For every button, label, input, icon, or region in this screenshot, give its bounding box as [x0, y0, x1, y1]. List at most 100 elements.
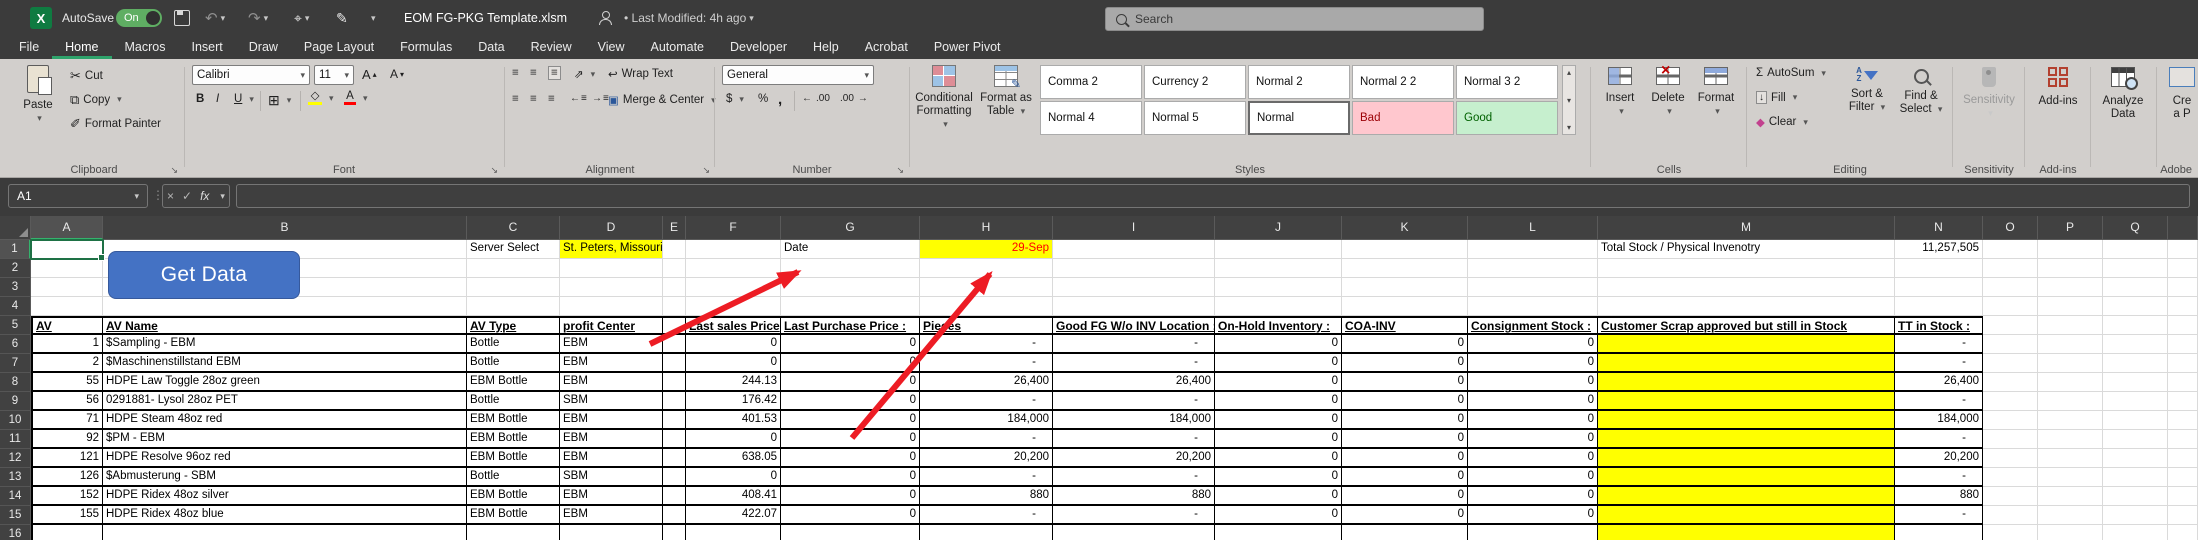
clear-button[interactable]: ◆Clear▾ [1756, 115, 1808, 129]
cell-N2[interactable] [1895, 259, 1983, 278]
cell-I1[interactable] [1053, 240, 1215, 259]
cell-I8[interactable]: 26,400 [1053, 373, 1215, 392]
cell-G12[interactable]: 0 [781, 449, 920, 468]
cell-A12[interactable]: 121 [31, 449, 103, 468]
cell-C12[interactable]: EBM Bottle [467, 449, 560, 468]
increase-decimal-button[interactable]: ←.00 [802, 93, 830, 104]
cell-B15[interactable]: HDPE Ridex 48oz blue [103, 506, 467, 525]
cell-I6[interactable]: - [1053, 335, 1215, 354]
cell-A7[interactable]: 2 [31, 354, 103, 373]
cell-M15[interactable] [1598, 506, 1895, 525]
cell-N15[interactable]: - [1895, 506, 1983, 525]
find-select-button[interactable]: Find & Select ▾ [1896, 67, 1946, 116]
cell-F16[interactable] [686, 525, 781, 540]
last-modified[interactable]: • Last Modified: 4h ago▾ [624, 0, 754, 36]
cell-I3[interactable] [1053, 278, 1215, 297]
cell-Q4[interactable] [2103, 297, 2168, 316]
cell-F10[interactable]: 401.53 [686, 411, 781, 430]
borders-button[interactable]: ⊞▾ [268, 92, 291, 109]
cell-F6[interactable]: 0 [686, 335, 781, 354]
grow-font-button[interactable]: A▴ [362, 67, 377, 82]
cell-Q6[interactable] [2103, 335, 2168, 354]
style-comma-2[interactable]: Comma 2 [1040, 65, 1142, 99]
header-last_purchase[interactable]: Last Purchase Price : [781, 316, 920, 335]
cell-H16[interactable] [920, 525, 1053, 540]
column-header-Q[interactable]: Q [2103, 216, 2168, 240]
cell-M2[interactable] [1598, 259, 1895, 278]
cell-P9[interactable] [2038, 392, 2103, 411]
align-top-icon[interactable]: ≡ [512, 67, 519, 79]
cell-H4[interactable] [920, 297, 1053, 316]
cell-O3[interactable] [1983, 278, 2038, 297]
row-header-9[interactable]: 9 [0, 392, 31, 411]
header-pieces[interactable]: Pieces [920, 316, 1053, 335]
cell-A10[interactable]: 71 [31, 411, 103, 430]
style-good[interactable]: Good [1456, 101, 1558, 135]
cell-J1[interactable] [1215, 240, 1342, 259]
percent-button[interactable]: % [758, 93, 768, 105]
row-header-1[interactable]: 1 [0, 240, 31, 259]
cell-D10[interactable]: EBM [560, 411, 663, 430]
header-last_sales[interactable]: Last sales Price [686, 316, 781, 335]
cell-Q7[interactable] [2103, 354, 2168, 373]
cell-J7[interactable]: 0 [1215, 354, 1342, 373]
cell-O16[interactable] [1983, 525, 2038, 540]
fill-color-button[interactable]: ◇▾ [308, 91, 334, 105]
cell-O8[interactable] [1983, 373, 2038, 392]
style-normal-5[interactable]: Normal 5 [1144, 101, 1246, 135]
cell-J9[interactable]: 0 [1215, 392, 1342, 411]
cell-G9[interactable]: 0 [781, 392, 920, 411]
cell-K16[interactable] [1342, 525, 1468, 540]
row-header-12[interactable]: 12 [0, 449, 31, 468]
cell-K2[interactable] [1342, 259, 1468, 278]
cell-K15[interactable]: 0 [1342, 506, 1468, 525]
cell-D12[interactable]: EBM [560, 449, 663, 468]
underline-button[interactable]: U▾ [234, 93, 254, 105]
select-all-corner[interactable] [0, 216, 31, 240]
style-normal-2-2[interactable]: Normal 2 2 [1352, 65, 1454, 99]
cell-x14[interactable] [2168, 487, 2198, 506]
cell-L6[interactable]: 0 [1468, 335, 1598, 354]
cell-H3[interactable] [920, 278, 1053, 297]
column-header-G[interactable]: G [781, 216, 920, 240]
cell-x2[interactable] [2168, 259, 2198, 278]
header-type[interactable]: AV Type [467, 316, 560, 335]
header-good_fg[interactable]: Good FG W/o INV Location : [1053, 316, 1215, 335]
row-header-10[interactable]: 10 [0, 411, 31, 430]
cell-M8[interactable] [1598, 373, 1895, 392]
cell-H1[interactable]: 29-Sep [920, 240, 1053, 259]
cell-K8[interactable]: 0 [1342, 373, 1468, 392]
cell-N6[interactable]: - [1895, 335, 1983, 354]
cell-I15[interactable]: - [1053, 506, 1215, 525]
save-icon[interactable] [174, 0, 190, 36]
cell-D8[interactable]: EBM [560, 373, 663, 392]
cell-H9[interactable]: - [920, 392, 1053, 411]
cell-J4[interactable] [1215, 297, 1342, 316]
cell-L1[interactable] [1468, 240, 1598, 259]
cell-C8[interactable]: EBM Bottle [467, 373, 560, 392]
cell-E2[interactable] [663, 259, 686, 278]
cell-x4[interactable] [2168, 297, 2198, 316]
cell-C15[interactable]: EBM Bottle [467, 506, 560, 525]
tab-view[interactable]: View [585, 37, 638, 59]
cell-K3[interactable] [1342, 278, 1468, 297]
cell-H15[interactable]: - [920, 506, 1053, 525]
cell-K14[interactable]: 0 [1342, 487, 1468, 506]
cell-P12[interactable] [2038, 449, 2103, 468]
cell-C9[interactable]: Bottle [467, 392, 560, 411]
cell-C7[interactable]: Bottle [467, 354, 560, 373]
cell-A14[interactable]: 152 [31, 487, 103, 506]
cell-F3[interactable] [686, 278, 781, 297]
cell-I14[interactable]: 880 [1053, 487, 1215, 506]
touch-mode-icon[interactable]: ⌖▾ [294, 0, 309, 36]
italic-button[interactable]: I [216, 93, 219, 105]
row-header-8[interactable]: 8 [0, 373, 31, 392]
cell-x7[interactable] [2168, 354, 2198, 373]
tab-developer[interactable]: Developer [717, 37, 800, 59]
cell-K6[interactable]: 0 [1342, 335, 1468, 354]
style-bad[interactable]: Bad [1352, 101, 1454, 135]
cell-I7[interactable]: - [1053, 354, 1215, 373]
cell-A8[interactable]: 55 [31, 373, 103, 392]
cell-M13[interactable] [1598, 468, 1895, 487]
share-person-icon[interactable] [598, 0, 612, 36]
